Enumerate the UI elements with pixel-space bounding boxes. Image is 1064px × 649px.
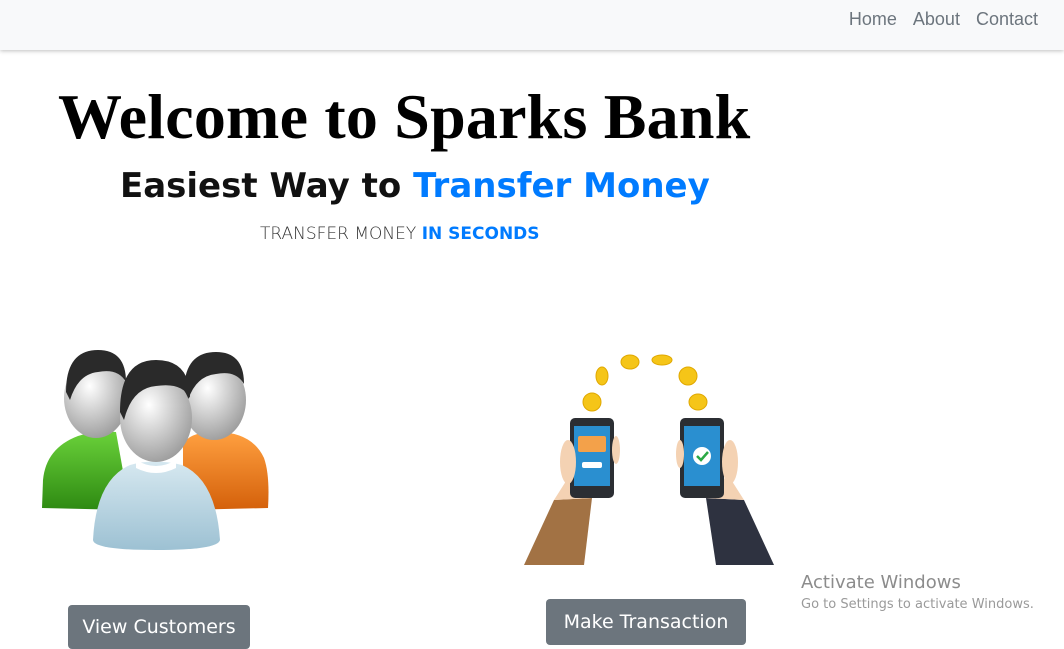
hero-subtitle: Easiest Way to Transfer Money [120,166,710,206]
tagline-accent: IN SECONDS [421,224,540,244]
navbar: Home About Contact [0,0,1064,50]
customers-illustration-icon [42,350,269,550]
page-title: Welcome to Sparks Bank [58,81,751,152]
nav-home-link[interactable]: Home [849,9,897,30]
activate-windows-watermark: Activate Windows Go to Settings to activ… [801,572,1034,612]
nav-links: Home About Contact [849,9,1038,30]
watermark-subtitle: Go to Settings to activate Windows. [801,597,1034,612]
hero-subtitle-plain: Easiest Way to [120,166,414,206]
view-customers-button[interactable]: View Customers [68,605,250,649]
hero-tagline: TRANSFER MONEY IN SECONDS [260,224,540,244]
hero-subtitle-accent: Transfer Money [413,166,710,206]
nav-contact-link[interactable]: Contact [976,9,1038,30]
nav-about-link[interactable]: About [913,9,960,30]
watermark-title: Activate Windows [801,572,961,593]
make-transaction-button[interactable]: Make Transaction [546,599,746,645]
transaction-illustration-icon [524,354,774,565]
tagline-plain: TRANSFER MONEY [260,224,422,244]
